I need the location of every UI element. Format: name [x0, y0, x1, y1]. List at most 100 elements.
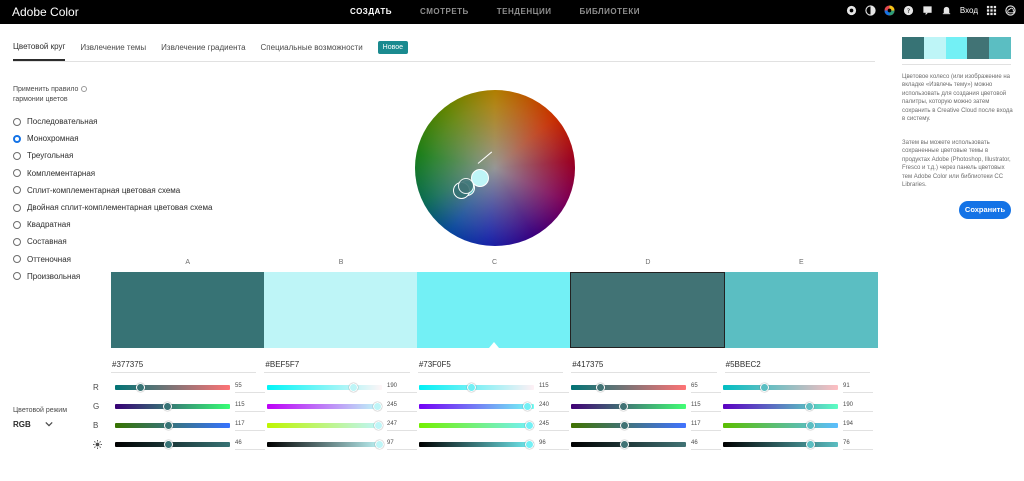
slider-handle[interactable]: [804, 402, 814, 411]
slider-handle[interactable]: [348, 383, 358, 392]
brightness-slider[interactable]: [267, 442, 382, 447]
channel-value-input[interactable]: 194: [843, 421, 873, 431]
apps-grid-icon[interactable]: [986, 5, 997, 16]
radio-button[interactable]: [13, 203, 21, 212]
hex-input[interactable]: #417375: [571, 360, 717, 373]
blue-slider[interactable]: [267, 423, 382, 428]
channel-value-input[interactable]: 115: [539, 383, 569, 393]
gear-icon[interactable]: [846, 5, 857, 16]
radio-button[interactable]: [13, 255, 21, 264]
slider-handle[interactable]: [374, 440, 384, 449]
blue-slider[interactable]: [723, 423, 838, 428]
color-wheel-icon[interactable]: [884, 5, 895, 16]
login-link[interactable]: Вход: [960, 6, 978, 15]
nav-explore[interactable]: СМОТРЕТЬ: [420, 7, 469, 16]
tab-accessibility[interactable]: Специальные возможности: [261, 43, 363, 60]
radio-button[interactable]: [13, 272, 21, 281]
green-slider[interactable]: [571, 404, 686, 409]
notifications-icon[interactable]: [941, 5, 952, 16]
radio-button[interactable]: [13, 237, 21, 246]
slider-handle[interactable]: [619, 440, 629, 449]
help-icon[interactable]: ?: [903, 5, 914, 16]
brand-logo[interactable]: Adobe Color: [12, 5, 79, 19]
harmony-rule-option[interactable]: Двойная сплит-комплементарная цветовая с…: [13, 199, 212, 216]
contrast-icon[interactable]: [865, 5, 876, 16]
slider-handle[interactable]: [525, 421, 535, 430]
channel-value-input[interactable]: 115: [691, 402, 721, 412]
slider-handle[interactable]: [596, 383, 606, 392]
channel-value-input[interactable]: 96: [539, 440, 569, 450]
channel-value-input[interactable]: 76: [843, 440, 873, 450]
slider-handle[interactable]: [525, 440, 535, 449]
hex-input[interactable]: #BEF5F7: [264, 360, 410, 373]
red-slider[interactable]: [115, 385, 230, 390]
chevron-down-icon[interactable]: [45, 420, 53, 430]
creative-cloud-icon[interactable]: [1005, 5, 1016, 16]
harmony-rule-option[interactable]: Монохромная: [13, 130, 212, 147]
channel-value-input[interactable]: 91: [843, 383, 873, 393]
channel-value-input[interactable]: 97: [387, 440, 417, 450]
channel-value-input[interactable]: 245: [387, 402, 417, 412]
color-swatch[interactable]: [264, 272, 417, 348]
harmony-rule-option[interactable]: Треугольная: [13, 147, 212, 164]
harmony-rule-option[interactable]: Составная: [13, 233, 212, 250]
radio-button[interactable]: [13, 134, 21, 143]
harmony-rule-option[interactable]: Комплементарная: [13, 165, 212, 182]
radio-button[interactable]: [13, 117, 21, 126]
harmony-rule-option[interactable]: Сплит-комплементарная цветовая схема: [13, 182, 212, 199]
tab-extract-gradient[interactable]: Извлечение градиента: [161, 43, 245, 60]
nav-create[interactable]: СОЗДАТЬ: [350, 7, 392, 16]
wheel-handle-d[interactable]: [458, 178, 474, 194]
channel-value-input[interactable]: 190: [387, 383, 417, 393]
radio-button[interactable]: [13, 169, 21, 178]
slider-handle[interactable]: [806, 421, 816, 430]
slider-handle[interactable]: [374, 421, 384, 430]
feedback-icon[interactable]: [922, 5, 933, 16]
hex-input[interactable]: #5BBEC2: [724, 360, 871, 373]
red-slider[interactable]: [571, 385, 686, 390]
green-slider[interactable]: [115, 404, 230, 409]
green-slider[interactable]: [723, 404, 838, 409]
slider-handle[interactable]: [466, 383, 476, 392]
harmony-rule-option[interactable]: Последовательная: [13, 113, 212, 130]
green-slider[interactable]: [419, 404, 534, 409]
tab-color-wheel[interactable]: Цветовой круг: [13, 42, 66, 61]
nav-trends[interactable]: ТЕНДЕНЦИИ: [497, 7, 552, 16]
channel-value-input[interactable]: 65: [691, 383, 721, 393]
channel-value-input[interactable]: 240: [539, 402, 569, 412]
save-button[interactable]: Сохранить: [959, 201, 1011, 219]
slider-handle[interactable]: [760, 383, 770, 392]
channel-value-input[interactable]: 46: [691, 440, 721, 450]
slider-handle[interactable]: [163, 421, 173, 430]
slider-handle[interactable]: [618, 402, 628, 411]
channel-value-input[interactable]: 245: [539, 421, 569, 431]
channel-value-input[interactable]: 190: [843, 402, 873, 412]
harmony-rule-option[interactable]: Квадратная: [13, 216, 212, 233]
slider-handle[interactable]: [135, 383, 145, 392]
channel-value-input[interactable]: 117: [235, 421, 265, 431]
channel-value-input[interactable]: 55: [235, 383, 265, 393]
blue-slider[interactable]: [419, 423, 534, 428]
slider-handle[interactable]: [619, 421, 629, 430]
brightness-slider[interactable]: [419, 442, 534, 447]
slider-handle[interactable]: [162, 402, 172, 411]
nav-libraries[interactable]: БИБЛИОТЕКИ: [579, 7, 640, 16]
channel-value-input[interactable]: 117: [691, 421, 721, 431]
red-slider[interactable]: [723, 385, 838, 390]
info-icon[interactable]: [81, 86, 87, 92]
red-slider[interactable]: [267, 385, 382, 390]
brightness-slider[interactable]: [723, 442, 838, 447]
radio-button[interactable]: [13, 186, 21, 195]
color-mode-select[interactable]: RGB: [13, 420, 31, 429]
color-swatch[interactable]: [725, 272, 878, 348]
radio-button[interactable]: [13, 220, 21, 229]
hex-input[interactable]: #73F0F5: [417, 360, 564, 373]
color-swatch[interactable]: [417, 272, 570, 348]
color-swatch[interactable]: [111, 272, 264, 348]
slider-handle[interactable]: [373, 402, 383, 411]
slider-handle[interactable]: [806, 440, 816, 449]
tab-extract-theme[interactable]: Извлечение темы: [80, 43, 146, 60]
red-slider[interactable]: [419, 385, 534, 390]
slider-handle[interactable]: [523, 402, 533, 411]
color-swatch[interactable]: [570, 272, 725, 348]
